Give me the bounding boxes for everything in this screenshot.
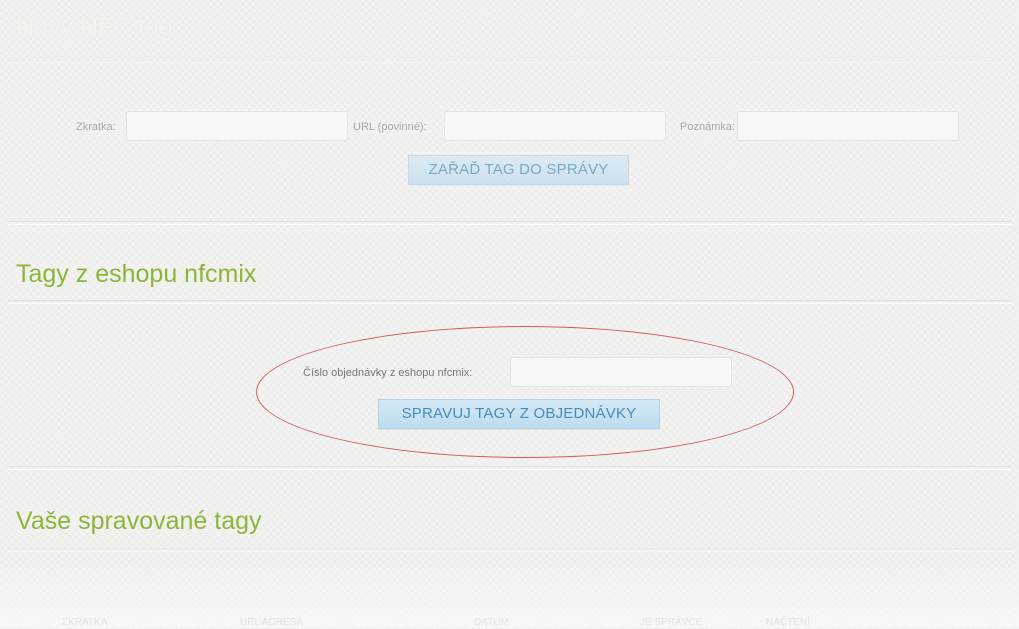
eshop-tags-title: Tagy z eshopu nfcmix <box>16 260 257 288</box>
faded-divider <box>8 62 1011 63</box>
highlight-ellipse <box>256 326 794 458</box>
order-number-label: Číslo objednávky z eshopu nfcmix: <box>303 367 473 379</box>
add-tag-button[interactable]: ZAŘAĎ TAG DO SPRÁVY <box>408 155 629 185</box>
shortcut-input[interactable] <box>126 111 348 141</box>
managed-tags-table-header: ZKRATKA URL ADRESA DATUM JE SPRÁVCE NAČT… <box>0 617 1019 629</box>
managed-tags-title: Vaše spravované tagy <box>16 507 262 535</box>
column-header-url[interactable]: URL ADRESA <box>240 617 303 629</box>
section-divider <box>8 466 1011 470</box>
new-tag-title: Nový NFC tag <box>16 13 173 41</box>
url-label: URL (povinné): <box>353 121 427 133</box>
url-input[interactable] <box>444 111 666 141</box>
manage-order-tags-button[interactable]: SPRAVUJ TAGY Z OBJEDNÁVKY <box>378 399 660 429</box>
section-divider <box>8 548 1011 552</box>
note-input[interactable] <box>737 111 959 141</box>
column-header-is-manager[interactable]: JE SPRÁVCE <box>640 617 702 629</box>
column-header-date[interactable]: DATUM <box>474 617 509 629</box>
section-divider <box>8 221 1011 225</box>
order-number-input[interactable] <box>510 357 732 387</box>
shortcut-label: Zkratka: <box>76 121 116 133</box>
note-label: Poznámka: <box>680 121 736 133</box>
column-header-reads[interactable]: NAČTENÍ <box>766 617 810 629</box>
section-divider <box>8 300 1011 304</box>
column-header-shortcut[interactable]: ZKRATKA <box>62 617 107 629</box>
